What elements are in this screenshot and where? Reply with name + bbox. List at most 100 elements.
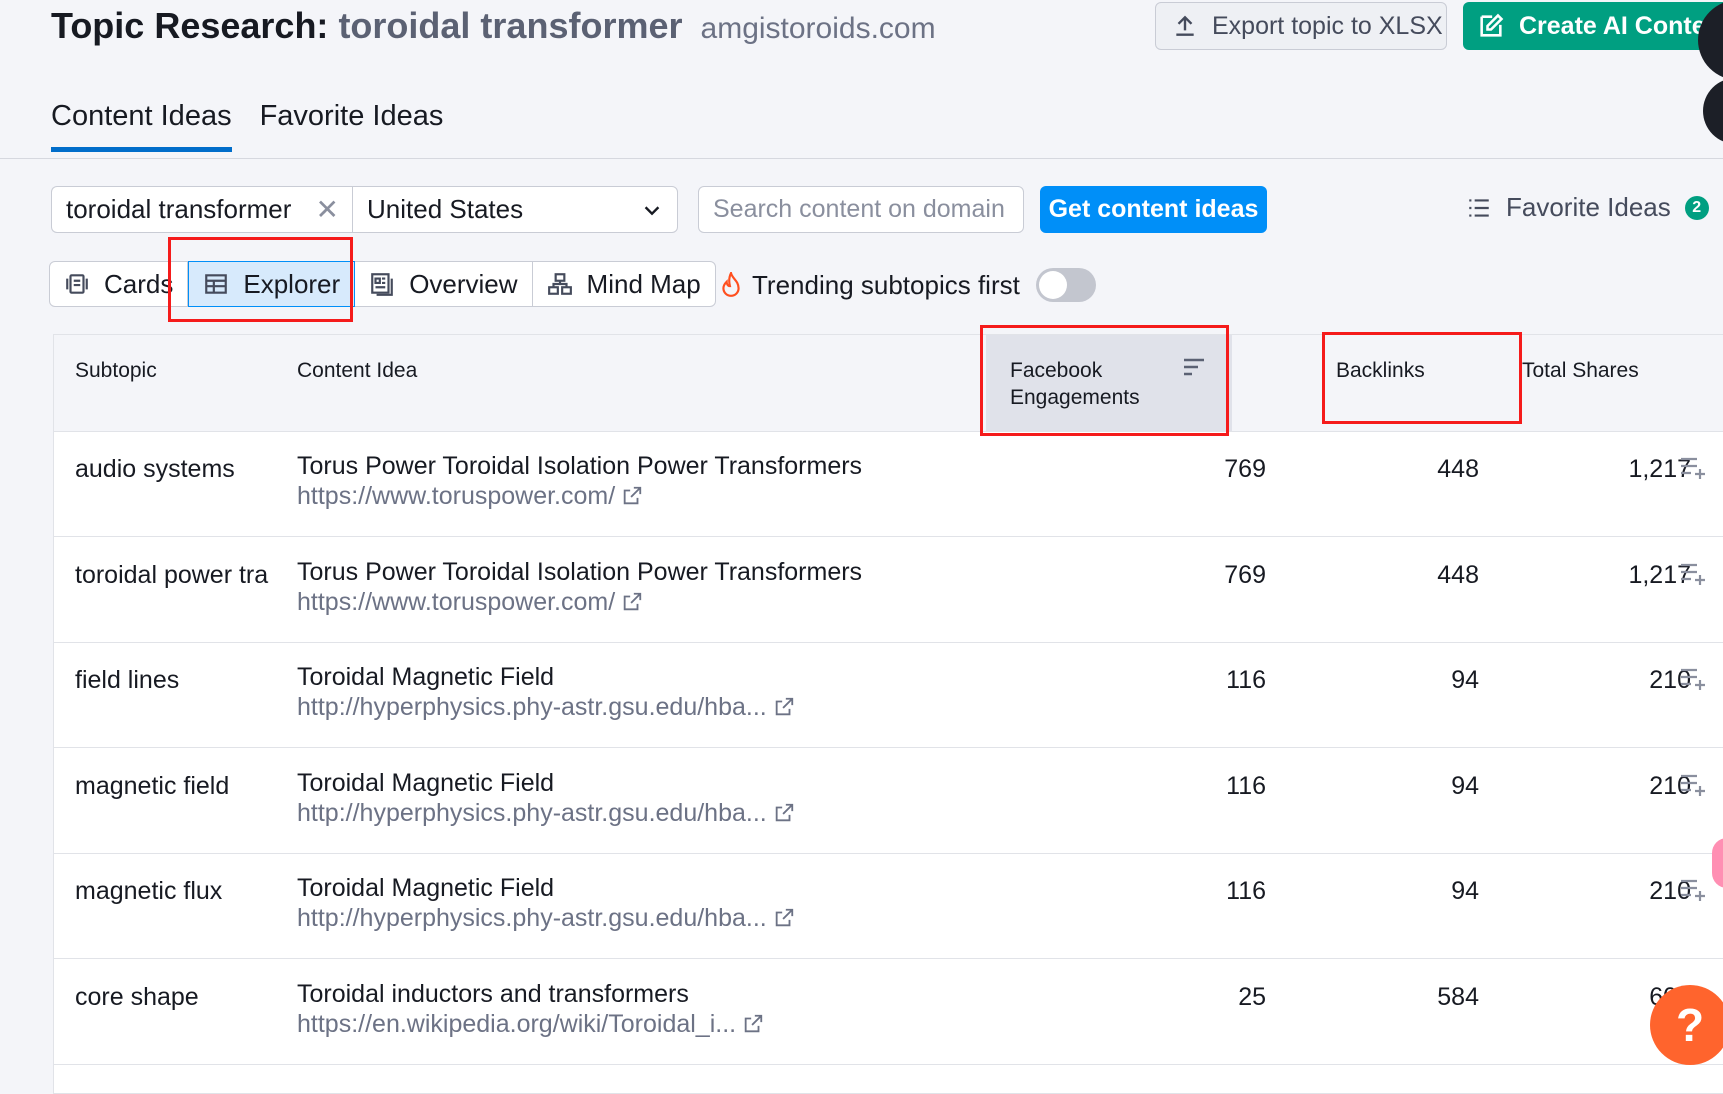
page-title: Topic Research: toroidal transformer amg… xyxy=(51,2,936,53)
favorite-ideas-label: Favorite Ideas xyxy=(1506,192,1671,222)
add-to-favorites-icon[interactable] xyxy=(1679,666,1707,692)
idea-title[interactable]: Toroidal Magnetic Field xyxy=(297,662,795,692)
overview-icon xyxy=(371,273,394,296)
content-idea-cell: Toroidal inductors and transformers http… xyxy=(297,979,764,1039)
col-total-shares[interactable]: Total Shares xyxy=(1522,357,1639,384)
facebook-engagements-value: 116 xyxy=(1226,771,1266,800)
idea-title[interactable]: Toroidal Magnetic Field xyxy=(297,768,795,798)
title-topic: toroidal transformer xyxy=(338,5,683,46)
backlinks-value: 94 xyxy=(1451,771,1479,800)
facebook-engagements-value: 116 xyxy=(1226,666,1266,694)
table-row: field lines Toroidal Magnetic Field http… xyxy=(54,642,1723,748)
get-content-ideas-button[interactable]: Get content ideas xyxy=(1040,186,1267,233)
facebook-engagements-value: 25 xyxy=(1238,982,1266,1011)
idea-title[interactable]: Toroidal inductors and transformers xyxy=(297,979,764,1009)
idea-url-link[interactable]: https://www.toruspower.com/ xyxy=(297,587,862,617)
list-icon xyxy=(1469,198,1489,217)
backlinks-value: 584 xyxy=(1437,982,1479,1011)
subtopic-cell[interactable]: magnetic field xyxy=(75,772,229,801)
trending-toggle[interactable] xyxy=(1035,268,1096,302)
upload-icon xyxy=(1176,15,1194,36)
table-row: magnetic flux Toroidal Magnetic Field ht… xyxy=(54,853,1723,959)
external-link-icon xyxy=(744,1014,763,1032)
total-shares-value: 1,217 xyxy=(1628,560,1691,589)
idea-url-link[interactable]: http://hyperphysics.phy-astr.gsu.edu/hba… xyxy=(297,692,795,722)
add-to-favorites-icon[interactable] xyxy=(1679,772,1707,798)
table-row: toroidal power tra Torus Power Toroidal … xyxy=(54,537,1723,643)
idea-url-link[interactable]: https://en.wikipedia.org/wiki/Toroidal_i… xyxy=(297,1009,764,1039)
export-xlsx-button[interactable]: Export topic to XLSX xyxy=(1155,2,1447,50)
ai-label: Create AI Content xyxy=(1519,11,1723,40)
close-icon[interactable]: ✕ xyxy=(316,193,339,226)
external-link-icon xyxy=(775,908,793,927)
table-row: core shape Toroidal inductors and transf… xyxy=(54,959,1723,1065)
annotation-facebook-engagements xyxy=(980,325,1229,436)
backlinks-value: 448 xyxy=(1437,455,1479,483)
facebook-engagements-value: 769 xyxy=(1224,560,1266,589)
content-idea-cell: Toroidal Magnetic Field http://hyperphys… xyxy=(297,873,795,933)
idea-url-link[interactable]: http://hyperphysics.phy-astr.gsu.edu/hba… xyxy=(297,903,795,933)
help-button[interactable]: ? xyxy=(1650,985,1723,1065)
col-subtopic[interactable]: Subtopic xyxy=(75,357,157,384)
add-to-favorites-icon[interactable] xyxy=(1679,455,1707,481)
table-row: audio systems Torus Power Toroidal Isola… xyxy=(54,431,1723,537)
idea-title[interactable]: Torus Power Toroidal Isolation Power Tra… xyxy=(297,451,862,481)
keyword-value: toroidal transformer xyxy=(66,194,292,224)
favorite-count-badge: 2 xyxy=(1684,195,1709,220)
external-link-icon xyxy=(775,697,793,716)
external-link-icon xyxy=(623,592,642,610)
trending-toggle-row: Trending subtopics first xyxy=(720,268,1096,302)
add-to-favorites-icon[interactable] xyxy=(1679,561,1707,587)
col-content-idea: Content Idea xyxy=(297,359,418,382)
title-prefix: Topic Research: xyxy=(51,5,329,46)
side-pink-widget[interactable] xyxy=(1712,838,1723,888)
total-shares-value: 1,217 xyxy=(1628,455,1691,483)
subtopic-cell[interactable]: core shape xyxy=(75,983,199,1012)
total-shares-value: 210 xyxy=(1649,666,1691,694)
view-overview[interactable]: Overview xyxy=(355,262,533,306)
total-shares-value: 210 xyxy=(1649,771,1691,800)
edit-icon xyxy=(1480,13,1504,37)
content-idea-cell: Toroidal Magnetic Field http://hyperphys… xyxy=(297,768,795,828)
content-ideas-table: Subtopic Content Idea Facebook Engagemen… xyxy=(53,334,1723,1094)
content-idea-cell: Torus Power Toroidal Isolation Power Tra… xyxy=(297,557,862,617)
chevron-down-icon xyxy=(644,205,660,215)
subtopic-cell[interactable]: magnetic flux xyxy=(75,877,222,906)
backlinks-value: 94 xyxy=(1451,877,1479,905)
backlinks-value: 94 xyxy=(1451,666,1479,694)
country-value: United States xyxy=(367,194,524,224)
external-link-icon xyxy=(775,803,793,821)
idea-url-link[interactable]: http://hyperphysics.phy-astr.gsu.edu/hba… xyxy=(297,798,795,828)
backlinks-value: 448 xyxy=(1437,560,1479,589)
add-to-favorites-icon[interactable] xyxy=(1679,877,1707,903)
view-switcher: Cards Explorer Overview Mind Map xyxy=(49,261,716,307)
create-ai-content-button[interactable]: Create AI Content xyxy=(1463,2,1723,50)
subtopic-cell[interactable]: toroidal power tra xyxy=(75,561,268,590)
view-mind-map[interactable]: Mind Map xyxy=(533,262,715,306)
favorite-ideas-link[interactable]: Favorite Ideas 2 xyxy=(1466,192,1709,223)
title-domain: amgistoroids.com xyxy=(700,12,936,45)
idea-url-link[interactable]: https://www.toruspower.com/ xyxy=(297,481,862,511)
divider xyxy=(0,158,1723,159)
idea-title[interactable]: Toroidal Magnetic Field xyxy=(297,873,795,903)
table-row: magnetic field Toroidal Magnetic Field h… xyxy=(54,748,1723,854)
tab-bar: Content Ideas Favorite Ideas xyxy=(51,100,443,152)
mind-map-icon xyxy=(547,273,572,295)
facebook-engagements-value: 769 xyxy=(1224,455,1266,483)
side-widget-button-2[interactable] xyxy=(1703,78,1723,144)
country-select[interactable]: United States xyxy=(352,186,678,233)
keyword-input[interactable]: toroidal transformer ✕ xyxy=(51,186,353,233)
fire-icon xyxy=(722,272,740,297)
tab-content-ideas[interactable]: Content Ideas xyxy=(51,100,232,152)
facebook-engagements-value: 116 xyxy=(1226,877,1266,905)
export-label: Export topic to XLSX xyxy=(1212,11,1443,40)
annotation-backlinks xyxy=(1322,332,1522,424)
annotation-explorer xyxy=(168,237,353,322)
cards-icon xyxy=(66,274,88,294)
tab-favorite-ideas[interactable]: Favorite Ideas xyxy=(260,100,444,152)
domain-search-input[interactable] xyxy=(698,186,1024,233)
subtopic-cell[interactable]: field lines xyxy=(75,666,179,695)
idea-title[interactable]: Torus Power Toroidal Isolation Power Tra… xyxy=(297,557,862,587)
subtopic-cell[interactable]: audio systems xyxy=(75,455,235,484)
content-idea-cell: Toroidal Magnetic Field http://hyperphys… xyxy=(297,662,795,722)
